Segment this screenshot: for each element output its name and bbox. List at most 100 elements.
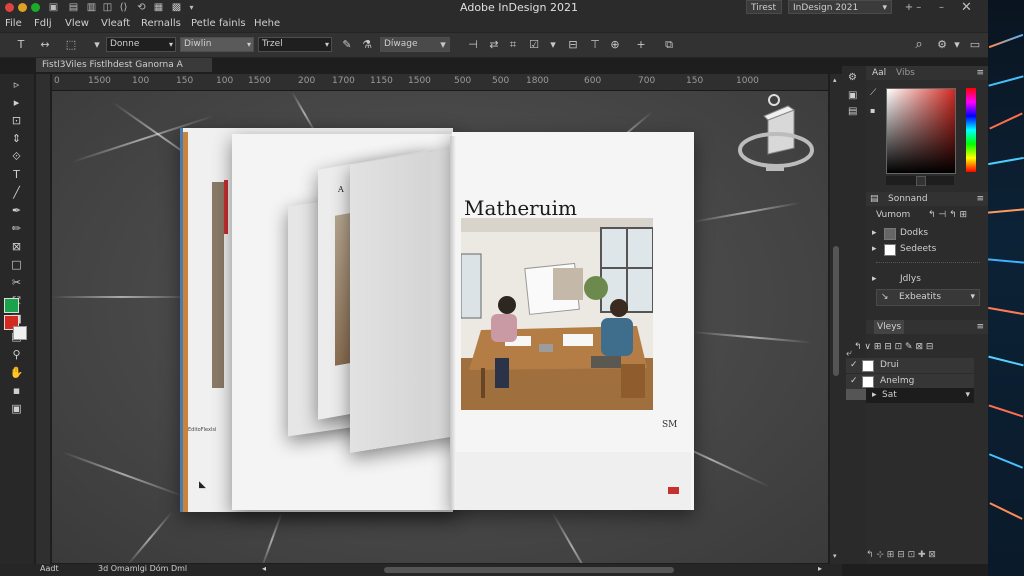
move-icon[interactable]: ⇄ bbox=[487, 38, 501, 52]
arrow-icon[interactable]: ↔ bbox=[38, 38, 52, 52]
frame-icon[interactable]: ⬚ bbox=[64, 38, 78, 52]
menu-item-window[interactable]: Petle fainls bbox=[191, 18, 246, 29]
save-icon[interactable]: ▥ bbox=[85, 2, 98, 14]
font-style-field[interactable]: Diwlin ▾ bbox=[180, 37, 254, 52]
menu-item-type[interactable]: Rernalls bbox=[141, 18, 181, 29]
rectangle-icon[interactable]: □ bbox=[9, 258, 24, 272]
none-swatch-icon[interactable]: ▪ bbox=[870, 106, 875, 115]
vertical-scroll-thumb[interactable] bbox=[833, 246, 839, 376]
layer-row[interactable]: ✓ Drui bbox=[846, 358, 974, 373]
panel-icon[interactable]: ▩ bbox=[170, 2, 183, 14]
chevron-down-icon[interactable]: ▾ bbox=[185, 2, 198, 14]
crop-icon[interactable]: ⌗ bbox=[506, 38, 520, 52]
fill-swatch[interactable] bbox=[4, 298, 19, 313]
workspace-select[interactable]: InDesign 2021 ▾ bbox=[788, 0, 892, 14]
page-tool-icon[interactable]: ⊡ bbox=[9, 114, 24, 128]
panel-toggle-icon[interactable]: ▭ bbox=[968, 38, 982, 52]
swatch-chip[interactable] bbox=[916, 176, 926, 186]
menu-item-layout[interactable]: Vleaft bbox=[101, 18, 130, 29]
workspace-button[interactable]: Tirest bbox=[746, 0, 782, 14]
scroll-up-icon[interactable]: ▴ bbox=[833, 76, 837, 84]
properties-icon[interactable]: ⚙ bbox=[848, 72, 857, 83]
search-icon[interactable]: ⌕ bbox=[912, 38, 926, 52]
tab-color[interactable]: Aal bbox=[872, 66, 886, 80]
pencil-icon[interactable]: ✏ bbox=[9, 222, 24, 236]
font-size-field[interactable]: Trzel ▾ bbox=[258, 37, 332, 52]
line-tool-icon[interactable]: ╱ bbox=[9, 186, 24, 200]
swatch-row[interactable]: ▸ Sedeets bbox=[872, 242, 988, 257]
panel-menu-icon[interactable]: ≡ bbox=[976, 320, 984, 334]
scroll-right-icon[interactable]: ▸ bbox=[818, 564, 822, 573]
swatches-header[interactable]: Sonnand bbox=[888, 192, 928, 206]
share-icon[interactable]: ⟨⟩ bbox=[117, 2, 130, 14]
check-icon[interactable]: ☑ bbox=[527, 38, 541, 52]
scroll-down-icon[interactable]: ▾ bbox=[833, 552, 837, 560]
eyedropper-icon[interactable]: ⟋ bbox=[870, 88, 876, 98]
apply-color-icon[interactable]: ▪ bbox=[9, 384, 24, 398]
rotate-icon[interactable]: ⊕ bbox=[608, 38, 622, 52]
direct-selection-icon[interactable]: ▸ bbox=[9, 96, 24, 110]
panel-menu-icon[interactable]: ≡ bbox=[976, 192, 984, 206]
swatch-dropdown[interactable]: ↘ Exbeatits ▾ bbox=[876, 289, 980, 306]
chevron-down-icon[interactable]: ▾ bbox=[436, 38, 450, 52]
chevron-down-icon[interactable]: ▾ bbox=[90, 38, 104, 52]
panel-menu-icon[interactable]: ≡ bbox=[976, 66, 984, 80]
pages-icon[interactable]: ▣ bbox=[848, 90, 857, 101]
menu-item-help[interactable]: Hehe bbox=[254, 18, 280, 29]
swatch-group-row[interactable]: ▸ Jdlys bbox=[872, 272, 988, 287]
hue-slider[interactable] bbox=[966, 88, 976, 172]
layers-icon[interactable]: ▤ bbox=[848, 106, 857, 117]
selection-tool-icon[interactable]: ▹ bbox=[9, 78, 24, 92]
scissors-icon[interactable]: ✂ bbox=[9, 276, 24, 290]
font-family-field[interactable]: Donne ▾ bbox=[106, 37, 176, 52]
layers-footer-icons[interactable]: ↰ ⊹ ⊞ ⊟ ⊡ ✚ ⊠ bbox=[866, 550, 936, 560]
swatch-row[interactable]: ▸ Dodks bbox=[872, 226, 988, 241]
visibility-icon[interactable]: ✓ bbox=[850, 358, 858, 373]
minimize-icon[interactable]: + – bbox=[903, 2, 923, 14]
close-window-button[interactable] bbox=[5, 3, 14, 12]
default-swatch[interactable] bbox=[13, 326, 27, 340]
rotate-gizmo-icon[interactable] bbox=[736, 92, 818, 178]
menu-item-edit[interactable]: Fdlj bbox=[34, 18, 52, 29]
flip-icon[interactable]: ⊣ bbox=[466, 38, 480, 52]
screen-mode-icon[interactable]: ▣ bbox=[9, 402, 24, 416]
sync-icon[interactable]: ⟲ bbox=[135, 2, 148, 14]
eyedropper-icon[interactable]: ⚗ bbox=[360, 38, 374, 52]
type-tool-icon[interactable]: T bbox=[14, 38, 28, 52]
distribute-icon[interactable]: ⊤ bbox=[588, 38, 602, 52]
add-icon[interactable]: + bbox=[634, 38, 648, 52]
pen-icon[interactable]: ✎ bbox=[340, 38, 354, 52]
scroll-left-icon[interactable]: ◂ bbox=[262, 564, 266, 573]
layer-row[interactable]: ✓ Anelmg bbox=[846, 374, 974, 389]
tint-icon[interactable]: ↰ ⊣ ↰ ⊞ bbox=[928, 208, 967, 223]
open-icon[interactable]: ▤ bbox=[67, 2, 80, 14]
chevron-down-icon[interactable]: ▾ bbox=[950, 38, 964, 52]
restore-icon[interactable]: – bbox=[935, 2, 948, 14]
minimize-window-button[interactable] bbox=[18, 3, 27, 12]
pen-icon[interactable]: ✒ bbox=[9, 204, 24, 218]
layer-row-selected[interactable]: ▸ Sat ▾ bbox=[866, 388, 974, 403]
gear-icon[interactable]: ⚙ bbox=[935, 38, 949, 52]
menu-item-file[interactable]: File bbox=[5, 18, 22, 29]
tab-layers[interactable]: Vleys bbox=[874, 320, 905, 334]
eyedropper-icon[interactable]: ⚲ bbox=[9, 348, 24, 362]
rectangle-frame-icon[interactable]: ⊠ bbox=[9, 240, 24, 254]
visibility-icon[interactable]: ✓ bbox=[850, 374, 858, 389]
turning-page[interactable] bbox=[350, 147, 462, 453]
close-icon[interactable]: ✕ bbox=[960, 1, 973, 14]
zoom-window-button[interactable] bbox=[31, 3, 40, 12]
gap-tool-icon[interactable]: ⇕ bbox=[9, 132, 24, 146]
link-icon[interactable]: ⧉ bbox=[662, 38, 676, 52]
color-picker-field[interactable] bbox=[886, 88, 956, 174]
menu-item-view[interactable]: Vlew bbox=[65, 18, 89, 29]
layout-icon[interactable]: ◫ bbox=[101, 2, 114, 14]
vertical-scrollbar[interactable]: ▴ ▾ bbox=[830, 74, 842, 564]
grid-icon[interactable]: ▦ bbox=[152, 2, 165, 14]
horizontal-scroll-thumb[interactable] bbox=[384, 567, 674, 573]
chevron-down-icon[interactable]: ▾ bbox=[546, 38, 560, 52]
layers-toolbar-icons[interactable]: ↰ ∨ ⊞ ⊟ ⊡ ✎ ⊠ ⊟ bbox=[854, 340, 933, 355]
new-doc-icon[interactable]: ▣ bbox=[47, 2, 60, 14]
hand-icon[interactable]: ✋ bbox=[9, 366, 24, 380]
type-tool-icon[interactable]: T bbox=[9, 168, 24, 182]
content-collector-icon[interactable]: ⟐ bbox=[9, 150, 24, 164]
